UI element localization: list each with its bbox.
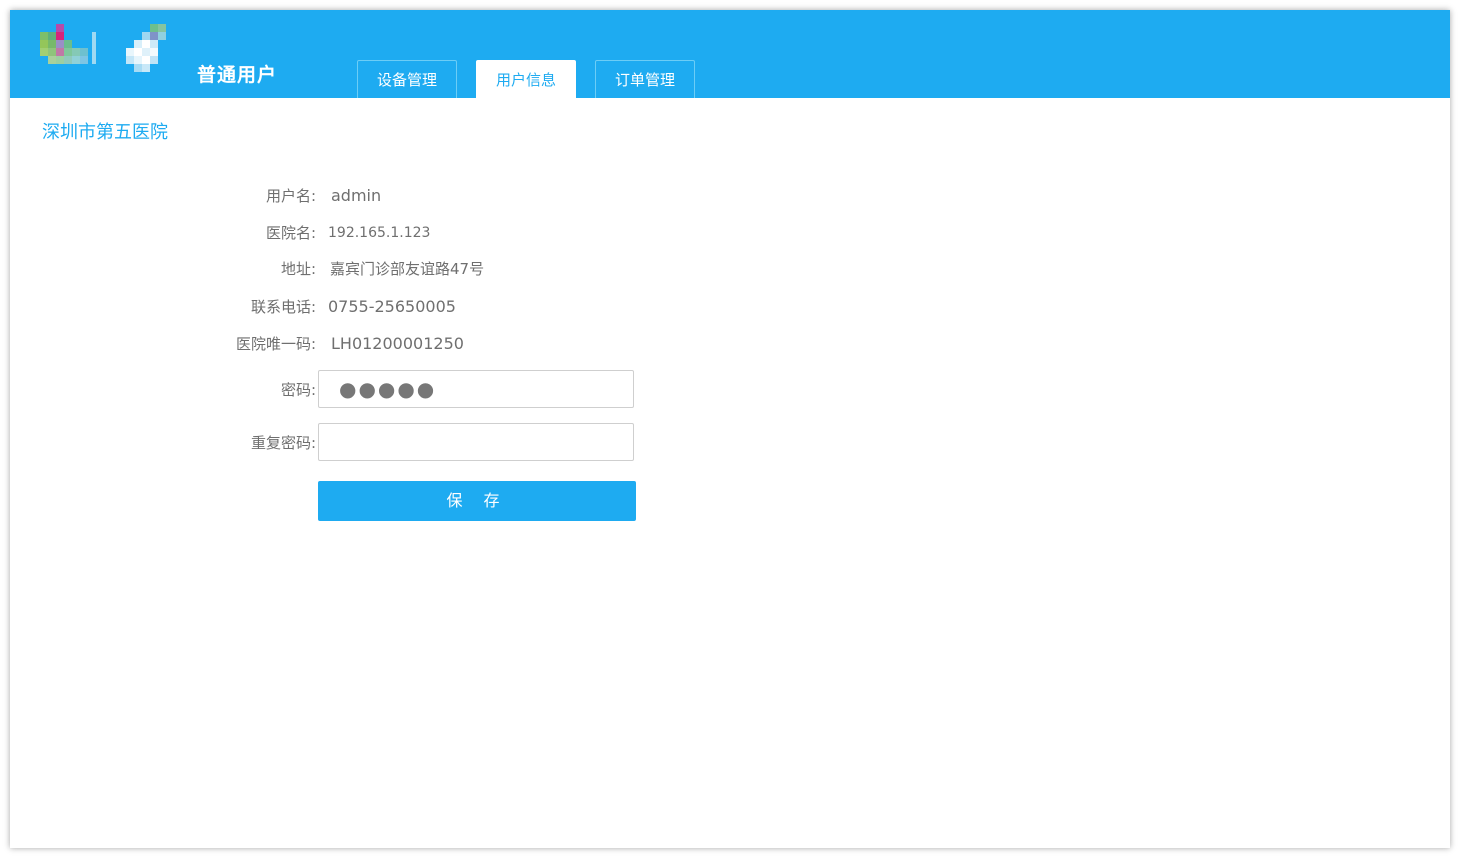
address-label: 地址: [280, 260, 316, 278]
unique-code-value: LH01200001250 [331, 334, 464, 353]
address-value: 嘉宾门诊部友谊路47号 [330, 260, 485, 278]
username-label: 用户名: [265, 187, 316, 205]
logo-icon [40, 24, 190, 76]
password-label: 密码: [280, 381, 316, 399]
repeat-password-row: 重复密码: [10, 429, 316, 457]
tab-user-info[interactable]: 用户信息 [476, 60, 576, 98]
hospital-name-row: 医院名: [10, 219, 316, 247]
address-row: 地址: [10, 255, 316, 283]
hospital-name-value: 192.165.1.123 [328, 225, 431, 241]
phone-value: 0755-25650005 [328, 297, 456, 316]
tab-order-management[interactable]: 订单管理 [595, 60, 695, 98]
hospital-name-label: 医院名: [265, 224, 316, 242]
save-button[interactable]: 保 存 [318, 481, 636, 521]
repeat-password-label: 重复密码: [250, 434, 316, 452]
hospital-title: 深圳市第五医院 [42, 122, 168, 143]
password-row: 密码: [10, 376, 316, 404]
user-role-label: 普通用户 [197, 64, 278, 86]
phone-row: 联系电话: [10, 293, 316, 321]
phone-label: 联系电话: [250, 298, 316, 316]
top-header: 普通用户 设备管理 用户信息 订单管理 [10, 10, 1450, 98]
username-row: 用户名: [10, 182, 316, 210]
repeat-password-input[interactable] [318, 423, 634, 461]
unique-code-label: 医院唯一码: [235, 335, 316, 353]
tab-device-management[interactable]: 设备管理 [357, 60, 457, 98]
app-window: 普通用户 设备管理 用户信息 订单管理 深圳市第五医院 用户名: admin 医… [10, 10, 1450, 848]
username-value: admin [331, 186, 382, 205]
unique-code-row: 医院唯一码: [10, 330, 316, 358]
password-input[interactable] [318, 370, 634, 408]
